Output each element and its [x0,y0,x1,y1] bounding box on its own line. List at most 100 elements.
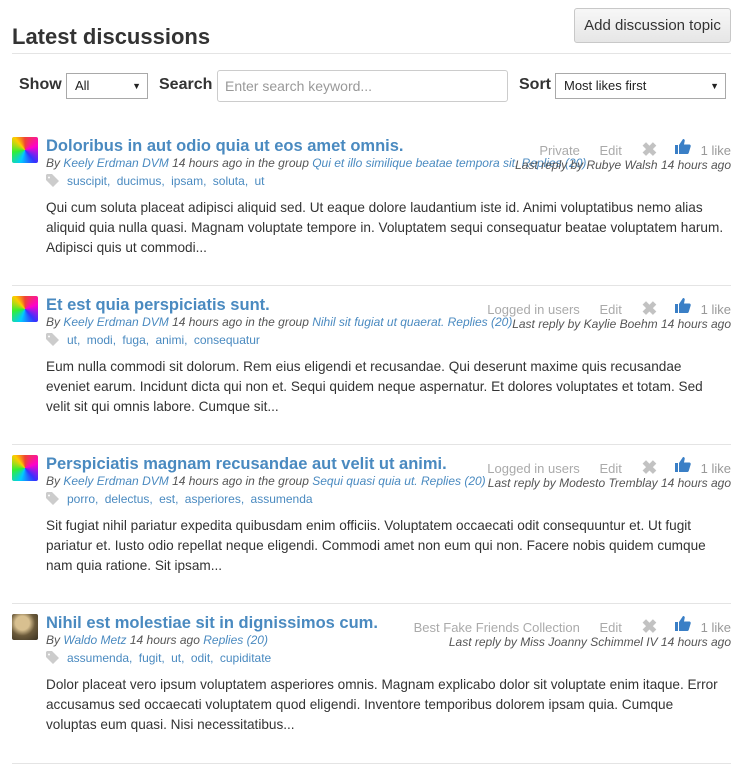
tag-link[interactable]: ut [171,651,181,665]
avatar[interactable] [12,614,38,640]
topic-meta: By Waldo Metz 14 hours ago Replies (20) [46,633,268,647]
tag-list: assumenda, fugit, ut, odit, cupiditate [46,651,271,665]
likes-count: 1 like [700,143,731,159]
edit-link[interactable]: Edit [599,302,621,317]
likes-count: 1 like [700,461,731,477]
tag-link[interactable]: assumenda [67,651,129,665]
post-time: 14 hours ago [129,633,200,647]
tag-link[interactable]: fuga [122,333,145,347]
topic-actions: Logged in users Edit ✖ 1 like [487,298,731,319]
author-link[interactable]: Keely Erdman DVM [63,315,168,329]
last-reply: Last reply by Rubye Walsh 14 hours ago [515,158,731,172]
replies-link[interactable]: Replies (20) [421,474,486,488]
search-input[interactable] [217,70,508,102]
delete-icon[interactable]: ✖ [641,141,657,160]
topic-meta: By Keely Erdman DVM 14 hours ago in the … [46,156,586,170]
topic-actions: Logged in users Edit ✖ 1 like [487,457,731,478]
delete-icon[interactable]: ✖ [641,300,657,319]
tag-link[interactable]: consequatur [194,333,260,347]
tag-link[interactable]: ducimus [117,174,162,188]
tag-icon [46,174,59,187]
show-select[interactable]: All ▼ [66,73,148,99]
by-prefix: By [46,474,61,488]
tag-list: ut, modi, fuga, animi, consequatur [46,333,260,347]
tag-link[interactable]: soluta [213,174,245,188]
post-time: 14 hours ago [172,474,243,488]
tag-link[interactable]: est [159,492,175,506]
group-link[interactable]: Nihil sit fugiat ut quaerat. [312,315,444,329]
thumbs-up-icon[interactable] [675,139,691,154]
post-time: 14 hours ago [172,315,243,329]
discussion-topic: Doloribus in aut odio quia ut eos amet o… [12,137,731,286]
topic-excerpt: Dolor placeat vero ipsum voluptatem aspe… [46,677,718,732]
author-link[interactable]: Keely Erdman DVM [63,474,168,488]
thumbs-up-icon[interactable] [675,457,691,472]
tag-link[interactable]: odit [191,651,210,665]
likes-count: 1 like [700,620,731,636]
replies-link[interactable]: Replies (20) [203,633,268,647]
topic-title[interactable]: Doloribus in aut odio quia ut eos amet o… [46,137,404,156]
author-link[interactable]: Waldo Metz [63,633,126,647]
topic-excerpt: Sit fugiat nihil pariatur expedita quibu… [46,518,706,573]
tag-link[interactable]: ut [67,333,77,347]
tag-link[interactable]: ut [255,174,265,188]
avatar[interactable] [12,455,38,481]
topic-excerpt: Qui cum soluta placeat adipisci aliquid … [46,200,724,255]
tag-icon [46,492,59,505]
page-header: Latest discussions Add discussion topic [12,8,731,54]
tag-link[interactable]: ipsam [171,174,203,188]
tag-link[interactable]: animi [155,333,184,347]
delete-icon[interactable]: ✖ [641,618,657,637]
post-time: 14 hours ago [172,156,243,170]
thumbs-up-icon[interactable] [675,616,691,631]
tag-link[interactable]: asperiores [185,492,241,506]
delete-icon[interactable]: ✖ [641,459,657,478]
thumbs-up-icon[interactable] [675,298,691,313]
edit-link[interactable]: Edit [599,620,621,635]
topic-title[interactable]: Nihil est molestiae sit in dignissimos c… [46,614,378,633]
sort-select[interactable]: Most likes first ▼ [555,73,726,99]
tag-link[interactable]: delectus [105,492,150,506]
topic-title[interactable]: Et est quia perspiciatis sunt. [46,296,270,315]
dropdown-arrow-icon: ▼ [710,81,719,91]
group-link[interactable]: Qui et illo similique beatae tempora sit… [312,156,518,170]
discussion-topic: Et est quia perspiciatis sunt. Logged in… [12,296,731,445]
tag-icon [46,333,59,346]
filter-bar: Show All ▼ Search Sort Most likes first … [19,70,731,102]
tag-link[interactable]: porro [67,492,95,506]
avatar[interactable] [12,137,38,163]
discussion-topic: Perspiciatis magnam recusandae aut velit… [12,455,731,604]
last-reply: Last reply by Kaylie Boehm 14 hours ago [512,317,731,331]
avatar[interactable] [12,296,38,322]
group-prefix: in the group [245,474,309,488]
edit-link[interactable]: Edit [599,143,621,158]
show-select-value: All [75,78,90,93]
tag-link[interactable]: cupiditate [220,651,271,665]
tag-list: suscipit, ducimus, ipsam, soluta, ut [46,174,265,188]
visibility-label: Logged in users [487,461,580,477]
tag-link[interactable]: suscipit [67,174,107,188]
tag-list: porro, delectus, est, asperiores, assume… [46,492,313,506]
tag-link[interactable]: assumenda [251,492,313,506]
add-discussion-topic-button[interactable]: Add discussion topic [574,8,731,43]
by-prefix: By [46,315,61,329]
last-reply: Last reply by Modesto Tremblay 14 hours … [487,476,731,490]
group-prefix: in the group [245,156,309,170]
group-link[interactable]: Sequi quasi quia ut. [312,474,417,488]
replies-link[interactable]: Replies (20) [448,315,513,329]
topic-excerpt: Eum nulla commodi sit dolorum. Rem eius … [46,359,703,414]
tag-link[interactable]: modi [87,333,113,347]
search-label: Search [159,76,213,93]
tag-link[interactable]: fugit [139,651,162,665]
show-label: Show [19,76,62,93]
topic-meta: By Keely Erdman DVM 14 hours ago in the … [46,474,486,488]
discussion-topic: Nihil est molestiae sit in dignissimos c… [12,614,731,764]
author-link[interactable]: Keely Erdman DVM [63,156,168,170]
topic-actions: Private Edit ✖ 1 like [539,139,731,160]
visibility-label: Best Fake Friends Collection [413,620,580,636]
sort-label: Sort [519,76,551,93]
topic-title[interactable]: Perspiciatis magnam recusandae aut velit… [46,455,447,474]
topic-actions: Best Fake Friends Collection Edit ✖ 1 li… [413,616,731,637]
last-reply: Last reply by Miss Joanny Schimmel IV 14… [448,635,731,649]
edit-link[interactable]: Edit [599,461,621,476]
